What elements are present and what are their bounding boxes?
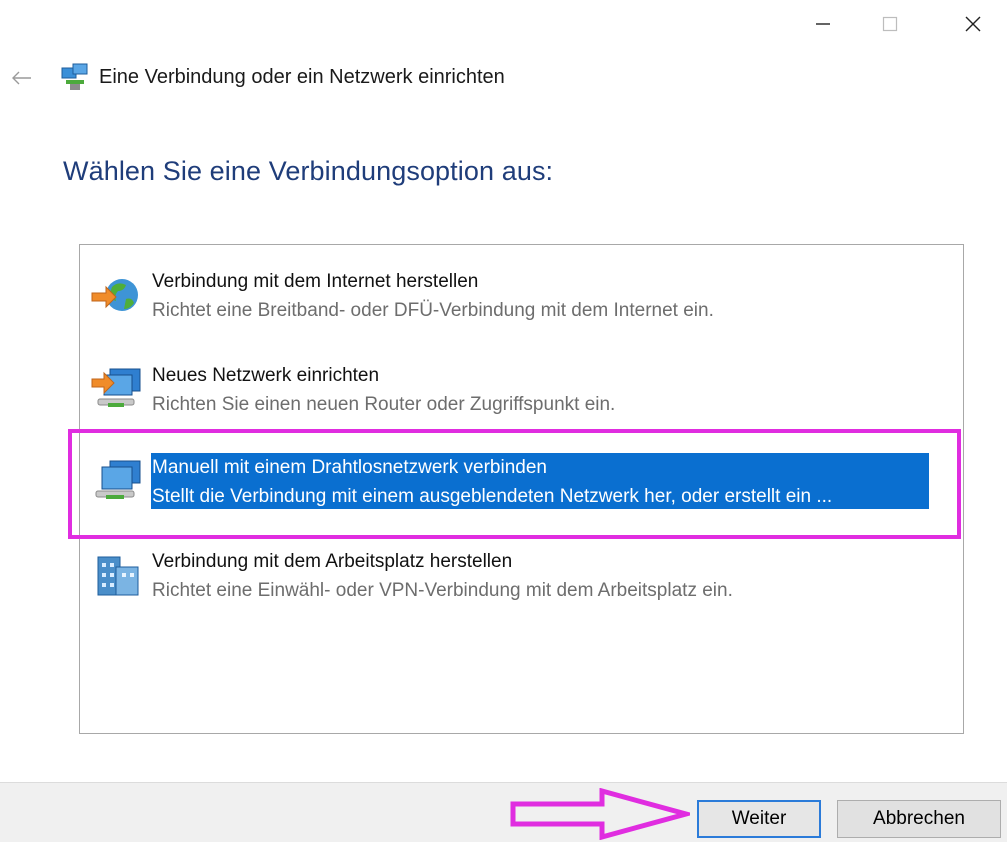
option-internet[interactable]: Verbindung mit dem Internet herstellen R… [80,245,963,325]
option-new-network[interactable]: Neues Netzwerk einrichten Richten Sie ei… [80,339,963,419]
back-button[interactable] [8,64,36,92]
page-heading: Wählen Sie eine Verbindungsoption aus: [63,156,554,186]
close-icon [965,16,981,32]
option-title: Verbindung mit dem Internet herstellen [152,271,479,292]
option-title: Verbindung mit dem Arbeitsplatz herstell… [152,551,513,572]
workplace-building-icon [88,549,146,603]
cancel-button[interactable]: Abbrechen [837,800,1001,838]
new-network-icon [88,363,146,417]
network-setup-icon [60,62,90,94]
close-button[interactable] [950,0,996,48]
back-arrow-icon [12,71,31,85]
option-description: Richtet eine Breitband- oder DFÜ-Verbind… [152,300,714,321]
globe-arrow-icon [88,269,146,323]
next-button[interactable]: Weiter [697,800,821,838]
maximize-button[interactable] [867,0,913,48]
option-description: Richten Sie einen neuen Router oder Zugr… [152,394,616,415]
annotation-arrow-icon [510,788,690,840]
dialog-footer: Weiter Abbrechen [0,782,1007,842]
option-title: Neues Netzwerk einrichten [152,365,380,386]
window-title: Eine Verbindung oder ein Netzwerk einric… [99,66,505,88]
maximize-icon [882,16,898,32]
minimize-button[interactable] [800,0,846,48]
minimize-icon [816,23,830,25]
annotation-frame [68,429,961,539]
option-description: Richtet eine Einwähl- oder VPN-Verbindun… [152,580,733,601]
